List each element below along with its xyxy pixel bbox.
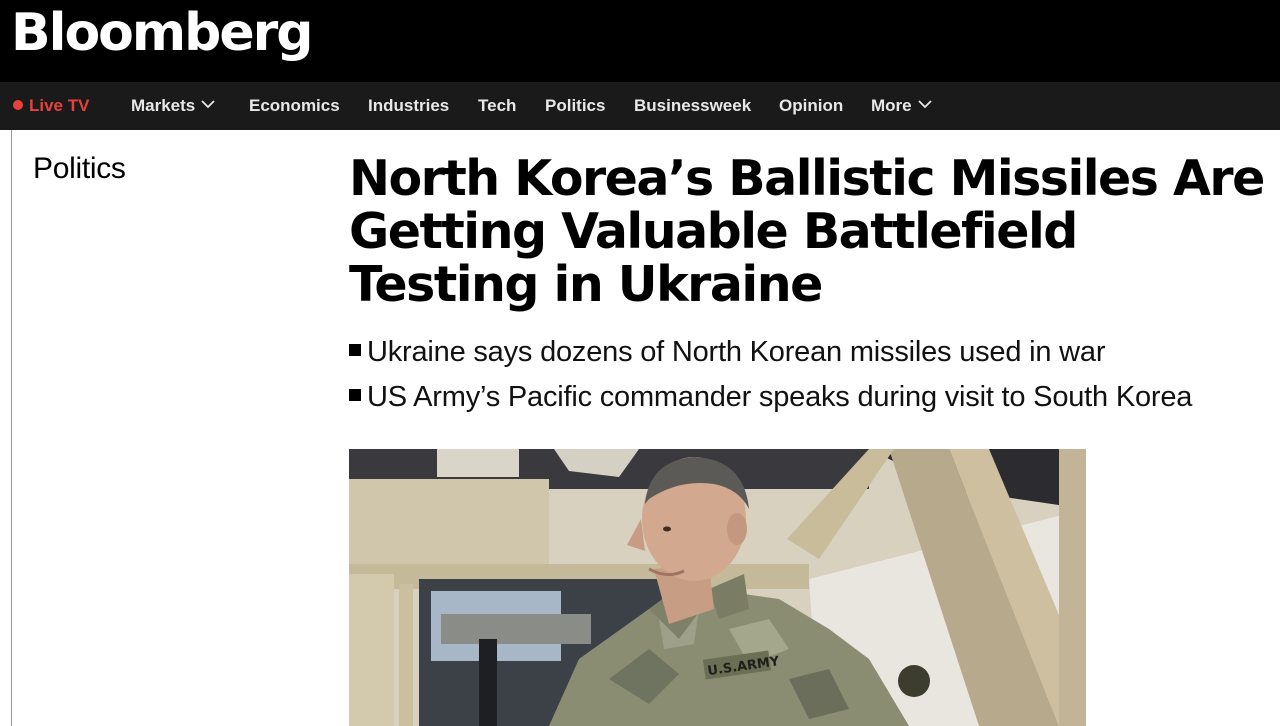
nav-politics[interactable]: Politics <box>545 82 605 130</box>
left-divider <box>11 130 12 726</box>
summary-bullet: Ukraine says dozens of North Korean miss… <box>349 330 1274 375</box>
article-headline: North Korea’s Ballistic Missiles Are Get… <box>349 150 1265 313</box>
nav-opinion[interactable]: Opinion <box>779 82 843 130</box>
live-dot-icon <box>13 99 23 110</box>
nav-markets[interactable]: Markets <box>131 82 215 130</box>
main-nav: Live TV Markets Economics Industries Tec… <box>0 82 1280 130</box>
nav-industries[interactable]: Industries <box>368 82 449 130</box>
chevron-down-icon <box>917 100 932 109</box>
summary-bullet: US Army’s Pacific commander speaks durin… <box>349 375 1274 420</box>
chevron-down-icon <box>201 100 215 109</box>
top-header: Bloomberg <box>0 0 1280 82</box>
nav-economics[interactable]: Economics <box>249 82 340 130</box>
nav-tech[interactable]: Tech <box>478 82 516 130</box>
nav-markets-label: Markets <box>131 96 196 115</box>
section-label[interactable]: Politics <box>33 152 126 186</box>
nav-live-tv-label: Live TV <box>29 96 90 115</box>
nav-more[interactable]: More <box>871 82 932 130</box>
bloomberg-logo[interactable]: Bloomberg <box>11 2 313 64</box>
nav-live-tv[interactable]: Live TV <box>13 82 89 130</box>
hero-photo: U.S.ARMY <box>349 449 1086 726</box>
article-summary: Ukraine says dozens of North Korean miss… <box>349 330 1274 420</box>
nav-businessweek[interactable]: Businessweek <box>634 82 751 130</box>
nav-more-label: More <box>871 96 912 115</box>
hero-photo-illustration: U.S.ARMY <box>349 449 1086 726</box>
